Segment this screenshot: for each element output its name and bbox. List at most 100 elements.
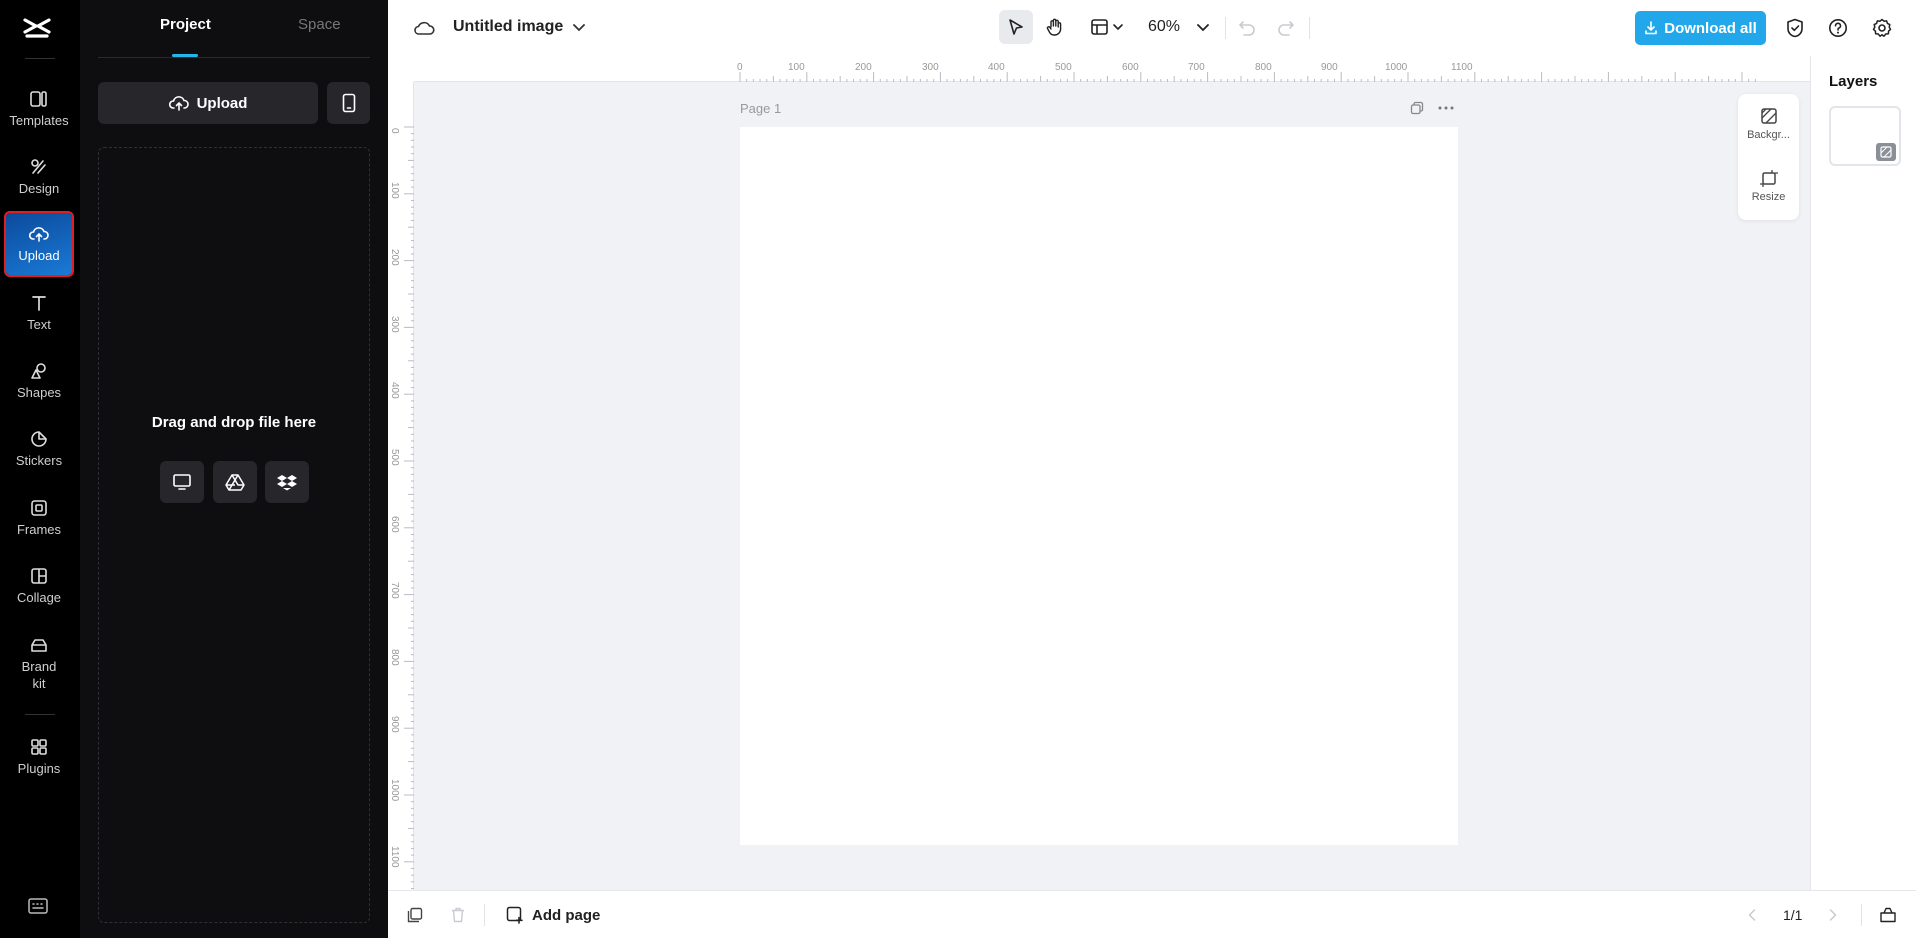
- ruler-label: 600: [1122, 62, 1139, 73]
- ruler-label: 1000: [389, 779, 400, 802]
- cloud-upload-icon: [168, 96, 189, 111]
- more-options-icon[interactable]: [1436, 99, 1456, 117]
- design-page[interactable]: [740, 127, 1458, 845]
- resize-tool-label: Resize: [1751, 191, 1786, 203]
- app-window: Templates Design Upload Text Shapes Stic…: [0, 0, 1916, 938]
- rail-item-label: Stickers: [15, 453, 63, 468]
- left-rail: Templates Design Upload Text Shapes Stic…: [0, 0, 80, 938]
- capcut-logo-icon[interactable]: [22, 14, 52, 42]
- rail-item-stickers[interactable]: Stickers: [6, 424, 72, 474]
- ruler-label: 100: [788, 62, 805, 73]
- ruler-label: 700: [1188, 62, 1205, 73]
- ruler-label: 300: [922, 62, 939, 73]
- rail-item-collage[interactable]: Collage: [6, 561, 72, 611]
- layers-panel: Layers: [1810, 56, 1916, 890]
- rail-item-text[interactable]: Text: [6, 288, 72, 338]
- zoom-level[interactable]: 60%: [1148, 18, 1180, 36]
- upload-from-computer-button[interactable]: [160, 461, 204, 503]
- toolbar-divider: [1309, 17, 1310, 39]
- zoom-chevron-down-icon[interactable]: [1194, 18, 1212, 38]
- ruler-label: 900: [1321, 62, 1338, 73]
- tab-space[interactable]: Space: [298, 16, 341, 33]
- rail-item-label: Plugins: [17, 761, 61, 776]
- ruler-label: 300: [389, 316, 400, 333]
- rail-item-brand-kit[interactable]: Brand kit: [6, 630, 72, 696]
- rail-item-plugins[interactable]: Plugins: [6, 732, 72, 782]
- ruler-label: 200: [389, 249, 400, 266]
- frames-icon: [31, 500, 47, 516]
- background-tool[interactable]: Backgr...: [1738, 106, 1799, 141]
- redo-icon[interactable]: [1274, 16, 1298, 40]
- rail-divider: [25, 714, 55, 715]
- layer-thumbnail[interactable]: [1829, 106, 1901, 166]
- rail-item-label: Collage: [16, 590, 62, 605]
- hand-tool-button[interactable]: [1038, 10, 1072, 44]
- background-tool-label: Backgr...: [1747, 129, 1790, 141]
- select-tool-button[interactable]: [999, 10, 1033, 44]
- toolbar-divider: [1225, 17, 1226, 39]
- rail-item-shapes[interactable]: Shapes: [6, 356, 72, 406]
- drop-zone-text: Drag and drop file here: [151, 414, 317, 431]
- floating-tool-panel: Backgr... Resize: [1738, 94, 1799, 220]
- shield-check-icon[interactable]: [1783, 16, 1807, 40]
- keyboard-shortcuts-icon[interactable]: [27, 897, 49, 915]
- rail-item-label: Templates: [9, 113, 69, 128]
- tab-project[interactable]: Project: [160, 16, 211, 33]
- vertical-ruler: 0 100 200 300 400 500 600 700 800 900 10…: [388, 82, 414, 890]
- download-all-button[interactable]: Download all: [1635, 11, 1766, 45]
- page-label: Page 1: [740, 101, 782, 116]
- ruler-label: 400: [389, 382, 400, 399]
- resize-icon: [1759, 170, 1778, 187]
- rail-item-label: Frames: [16, 522, 62, 537]
- ruler-label: 500: [389, 449, 400, 466]
- gear-icon[interactable]: [1870, 16, 1894, 40]
- page-thumbnails-icon[interactable]: [405, 905, 425, 925]
- ruler-corner: [388, 56, 414, 82]
- previous-page-icon[interactable]: [1742, 905, 1762, 925]
- add-page-label: Add page: [532, 906, 601, 924]
- layout-icon: [1091, 19, 1123, 35]
- upload-from-dropbox-button[interactable]: [265, 461, 309, 503]
- mobile-upload-button[interactable]: [327, 82, 370, 124]
- rail-item-label: Design: [18, 181, 60, 196]
- resize-tool[interactable]: Resize: [1738, 168, 1799, 203]
- upload-button-label: Upload: [196, 94, 248, 112]
- ruler-label: 100: [389, 182, 400, 199]
- templates-icon: [30, 91, 47, 107]
- horizontal-ruler-ticks: [739, 72, 1756, 82]
- ruler-label: 500: [1055, 62, 1072, 73]
- download-all-label: Download all: [1664, 19, 1757, 37]
- layout-menu-button[interactable]: [1086, 10, 1130, 44]
- layers-title: Layers: [1829, 73, 1878, 90]
- rail-item-templates[interactable]: Templates: [6, 84, 72, 134]
- next-page-icon[interactable]: [1823, 905, 1843, 925]
- drop-zone[interactable]: Drag and drop file here: [98, 147, 370, 923]
- undo-icon[interactable]: [1235, 16, 1259, 40]
- add-page-button[interactable]: Add page: [506, 906, 600, 924]
- shapes-icon: [31, 363, 46, 379]
- text-icon: [32, 296, 46, 311]
- help-icon[interactable]: [1826, 16, 1850, 40]
- trash-icon[interactable]: [448, 905, 468, 925]
- rail-item-label: Text: [27, 317, 51, 332]
- cloud-save-icon[interactable]: [412, 16, 436, 40]
- plugins-icon: [31, 739, 47, 755]
- ruler-label: 0: [737, 62, 743, 73]
- document-title[interactable]: Untitled image: [453, 18, 563, 36]
- rail-item-label: Shapes: [16, 385, 62, 400]
- collapse-panel-icon[interactable]: [1878, 905, 1898, 925]
- background-layer-icon: [1876, 143, 1896, 161]
- computer-icon: [173, 474, 191, 490]
- canvas-area[interactable]: 0 100 200 300 400 500 600 700 800 900 10…: [388, 56, 1810, 890]
- chevron-down-icon[interactable]: [570, 18, 588, 38]
- duplicate-page-icon[interactable]: [1408, 99, 1426, 117]
- ruler-label: 600: [389, 516, 400, 533]
- upload-button[interactable]: Upload: [98, 82, 318, 124]
- dropbox-icon: [277, 475, 297, 491]
- upload-from-google-drive-button[interactable]: [213, 461, 257, 503]
- cursor-pointer-icon: [1009, 19, 1023, 35]
- rail-item-label: Upload: [18, 248, 60, 263]
- rail-item-design[interactable]: Design: [6, 152, 72, 202]
- rail-item-upload[interactable]: Upload: [4, 211, 74, 277]
- rail-item-frames[interactable]: Frames: [6, 493, 72, 543]
